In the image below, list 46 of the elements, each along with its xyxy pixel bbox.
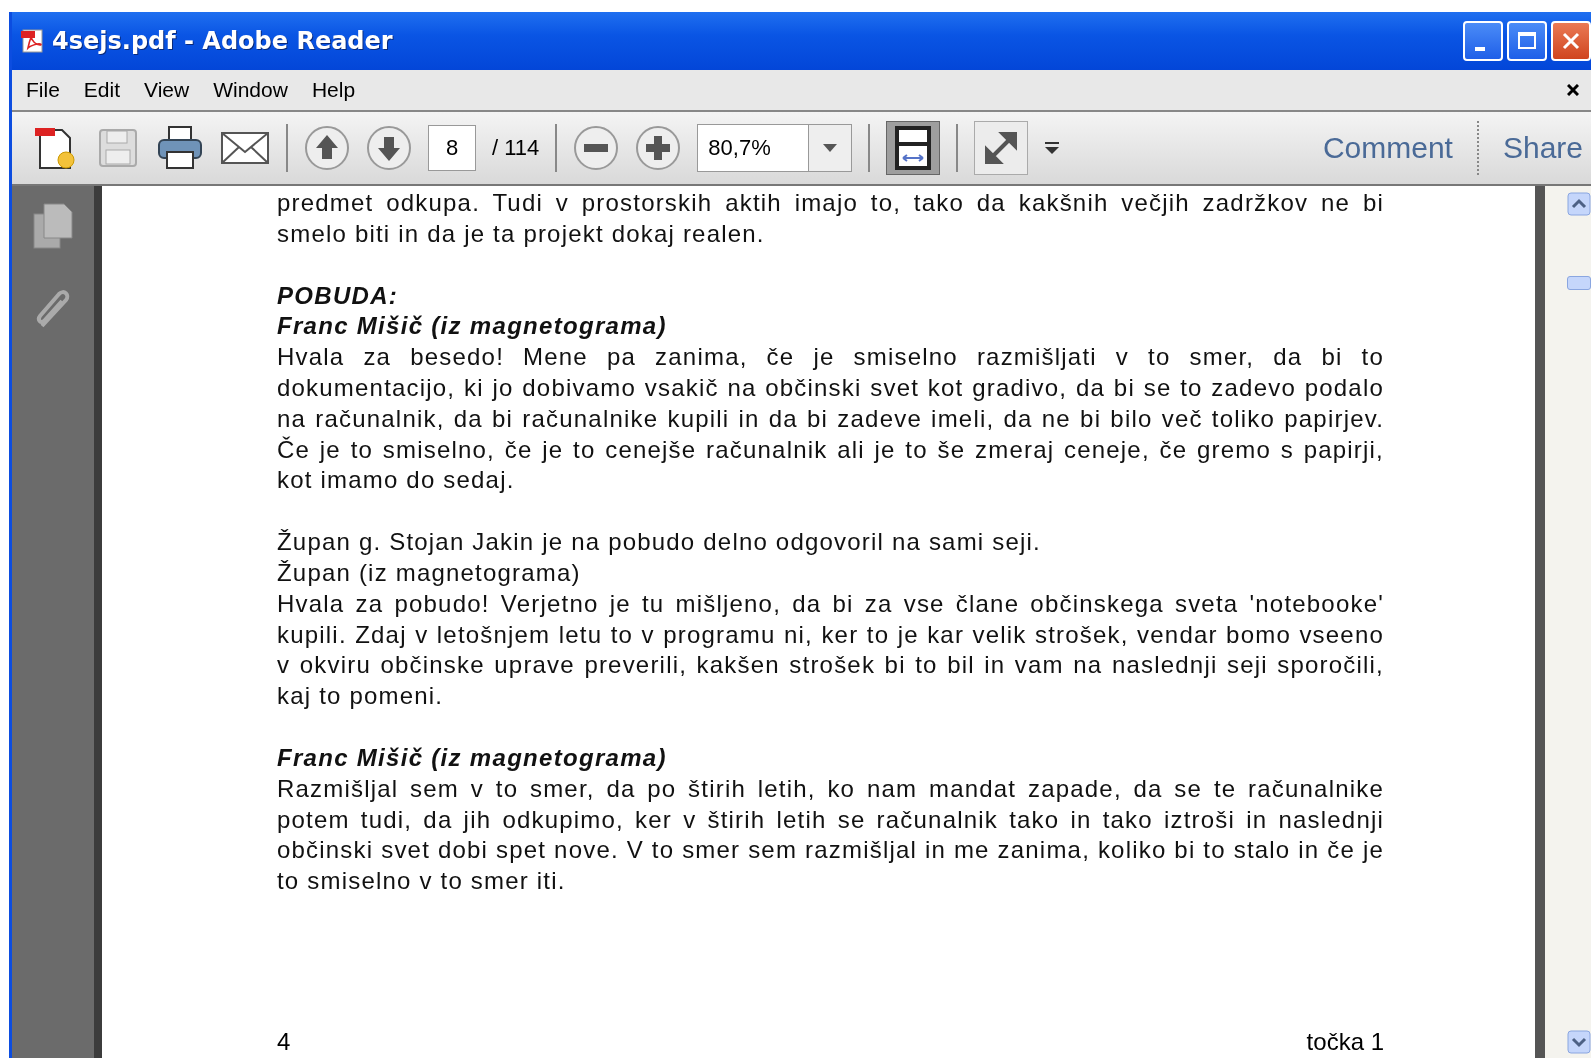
- minimize-icon: [1475, 47, 1485, 51]
- maximize-button[interactable]: [1507, 21, 1547, 61]
- fit-page-icon: [893, 126, 934, 170]
- scroll-down-icon[interactable]: [1567, 1030, 1591, 1054]
- caret-icon: [823, 144, 838, 152]
- paragraph-text: Razmišljal sem v to smer, da po štirih letih, ko nam mandat zapade, da se te računalnike potem tudi, da jih odkupimo, ker v štirih letih se računalnik tako in tako iztroši in naslednji občinski svet dobi spet nove. V to smer sem razmišljal in me zanima, koliko bi to stalo in če je to smiselno v to smer iti.: [277, 773, 1384, 897]
- print-icon[interactable]: [156, 124, 204, 172]
- footer-section: točka 1: [1306, 1028, 1384, 1056]
- menu-item[interactable]: Edit: [83, 78, 121, 102]
- vertical-scrollbar[interactable]: [1545, 186, 1591, 1058]
- scroll-thumb[interactable]: [1567, 276, 1591, 290]
- close-icon[interactable]: [1567, 84, 1579, 96]
- speaker-heading: POBUDA:: [277, 280, 400, 311]
- zoom-out-icon[interactable]: [573, 125, 620, 171]
- scroll-up-icon[interactable]: [1567, 192, 1591, 216]
- menu-item[interactable]: File: [26, 78, 60, 102]
- share-link[interactable]: Share: [1494, 131, 1591, 165]
- comment-link[interactable]: Comment: [1314, 131, 1461, 165]
- minimize-button[interactable]: [1463, 21, 1503, 61]
- close-icon: [1560, 30, 1582, 52]
- close-button[interactable]: [1551, 21, 1591, 61]
- menu-item[interactable]: Window: [213, 78, 288, 102]
- speaker-heading: Franc Mišič (iz magnetograma): [277, 311, 668, 342]
- paragraph-text: Župan g. Stojan Jakin je na pobudo delno odgovoril na sami seji.: [277, 527, 1042, 558]
- menu-item[interactable]: Help: [311, 78, 356, 102]
- full-screen-button[interactable]: [974, 121, 1029, 175]
- zoom-dropdown[interactable]: 80,7%: [697, 124, 853, 172]
- page-number-field[interactable]: 8: [428, 125, 476, 171]
- menu-item[interactable]: View: [144, 78, 190, 102]
- paragraph-text: Hvala za besedo! Mene pa zanima, če je smiselno razmišljati v to smer, da bi to dokumentacijo, ki jo dobivamo vsakič na občinski svet kot gradivo, da bi se to zadevo podalo na računalnik, da bi računalnike kupili in da bi zadeve imeli, da ne bi bilo več toliko papirjev. Če je to smiselno, če je to cenejše računalnik ali je to še zmeraj ceneje, če gremo s papirji, kot imamo do sedaj.: [277, 342, 1384, 496]
- zoom-in-icon[interactable]: [635, 125, 682, 171]
- overflow-icon[interactable]: [1044, 140, 1061, 156]
- maximize-icon: [1517, 31, 1537, 51]
- paragraph-text: predmet odkupa. Tudi v prostorskih aktih imajo to, tako da kakšnih večjih zadržkov ne bi smelo biti in da je ta projekt dokaj realen.: [277, 188, 1384, 249]
- next-page-icon[interactable]: [366, 125, 412, 171]
- fit-page-button[interactable]: [886, 121, 941, 175]
- previous-page-icon[interactable]: [304, 125, 350, 171]
- pdf-document-icon: [20, 28, 46, 54]
- speaker-heading: Franc Mišič (iz magnetograma): [277, 742, 668, 773]
- pages-icon[interactable]: [32, 202, 74, 250]
- envelope-icon[interactable]: [220, 130, 270, 166]
- paragraph-text: Hvala za pobudo! Verjetno je tu mišljeno, da bi za vse člane občinskega sveta 'notebooke' kupili. Zdaj v letošnjem letu to v programu ni, ker to je kar velik strošek, vendar bomo vseeno v okviru občinske uprave preverili, kakšen strošek bi to bil in vam na naslednji seji sporočili, kaj to pomeni.: [277, 588, 1384, 712]
- page-number: 4: [277, 1028, 291, 1056]
- paragraph-text: Župan (iz magnetograma): [277, 557, 582, 588]
- window-title: 4sejs.pdf - Adobe Reader: [52, 27, 393, 55]
- page-count: / 114: [492, 135, 540, 161]
